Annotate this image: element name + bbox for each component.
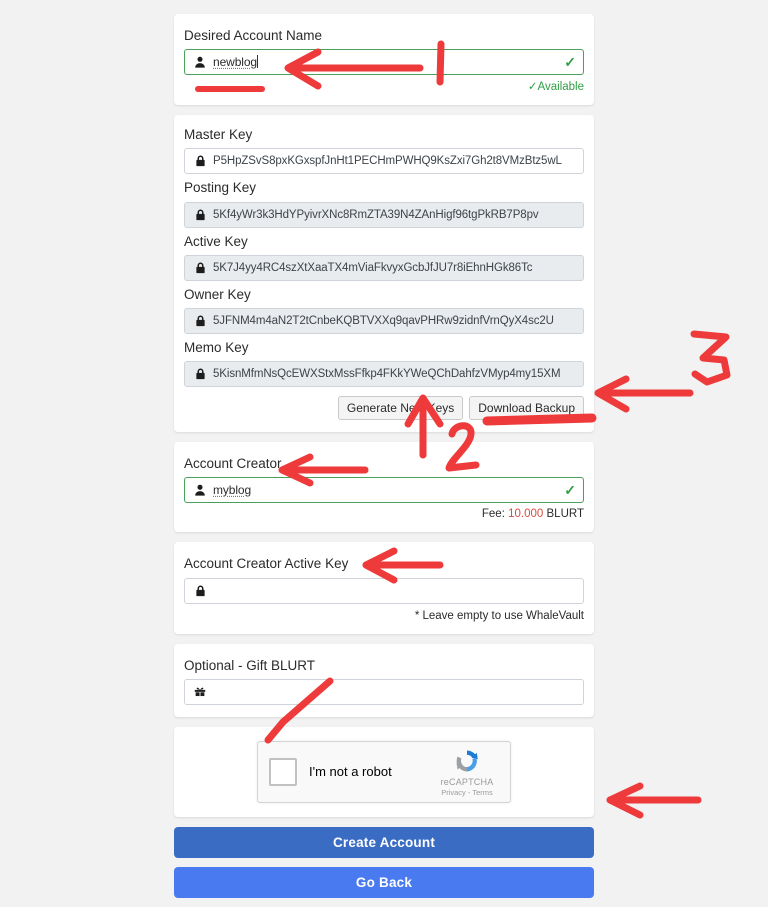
recaptcha-brand: reCAPTCHA Privacy - Terms <box>435 746 499 797</box>
lock-icon <box>192 155 208 167</box>
check-icon: ✓ <box>558 482 576 499</box>
recaptcha-label: I'm not a robot <box>309 764 435 779</box>
fee-amount: 10.000 <box>508 508 543 520</box>
account-creator-label: Account Creator <box>184 456 584 472</box>
active-key-input[interactable]: 5K7J4yy4RC4szXtXaaTX4mViaFkvyxGcbJfJU7r8… <box>184 255 584 281</box>
gift-card: Optional - Gift BLURT <box>174 644 594 717</box>
user-icon <box>192 56 208 68</box>
desired-account-input[interactable]: newblog ✓ <box>184 49 584 75</box>
creator-active-key-card: Account Creator Active Key * Leave empty… <box>174 542 594 633</box>
memo-key-label: Memo Key <box>184 340 584 356</box>
account-creator-card: Account Creator myblog ✓ Fee: 10.000 BLU… <box>174 442 594 532</box>
recaptcha-logo-icon <box>452 746 482 776</box>
desired-account-value: newblog <box>213 55 558 69</box>
active-key-value: 5K7J4yy4RC4szXtXaaTX4mViaFkvyxGcbJfJU7r8… <box>213 262 576 274</box>
owner-key-input[interactable]: 5JFNM4m4aN2T2tCnbeKQBTVXXq9qavPHRw9zidnf… <box>184 308 584 334</box>
recaptcha-checkbox[interactable] <box>269 758 297 786</box>
memo-key-value: 5KisnMfmNsQcEWXStxMssFfkp4FKkYWeQChDahfz… <box>213 368 576 380</box>
posting-key-input[interactable]: 5Kf4yWr3k3HdYPyivrXNc8RmZTA39N4ZAnHigf96… <box>184 202 584 228</box>
recaptcha-privacy-link[interactable]: Privacy <box>441 788 466 797</box>
lock-icon <box>192 585 208 597</box>
lock-icon <box>192 368 208 380</box>
active-key-label: Active Key <box>184 234 584 250</box>
posting-key-value: 5Kf4yWr3k3HdYPyivrXNc8RmZTA39N4ZAnHigf96… <box>213 209 576 221</box>
check-icon-small: ✓ <box>528 81 538 93</box>
memo-key-input[interactable]: 5KisnMfmNsQcEWXStxMssFfkp4FKkYWeQChDahfz… <box>184 361 584 387</box>
posting-key-label: Posting Key <box>184 180 584 196</box>
generate-new-keys-button[interactable]: Generate New Keys <box>338 396 463 420</box>
creator-active-key-label: Account Creator Active Key <box>184 556 584 572</box>
recaptcha-brand-name: reCAPTCHA <box>435 777 499 787</box>
gift-input[interactable] <box>184 679 584 705</box>
owner-key-value: 5JFNM4m4aN2T2tCnbeKQBTVXXq9qavPHRw9zidnf… <box>213 315 576 327</box>
recaptcha-link-separator: - <box>468 788 471 797</box>
annotation-arrow-download-backup <box>598 379 690 409</box>
check-icon: ✓ <box>558 54 576 71</box>
recaptcha-widget[interactable]: I'm not a robot reCAPTCHA Privacy - Term… <box>257 741 511 803</box>
fee-line: Fee: 10.000 BLURT <box>184 508 584 520</box>
master-key-label: Master Key <box>184 127 584 143</box>
whalevault-note: * Leave empty to use WhaleVault <box>184 610 584 622</box>
creator-active-key-input[interactable] <box>184 578 584 604</box>
account-creator-value: myblog <box>213 483 558 497</box>
download-backup-button[interactable]: Download Backup <box>469 396 584 420</box>
annotation-arrow-create-account <box>610 786 698 815</box>
captcha-card: I'm not a robot reCAPTCHA Privacy - Term… <box>174 727 594 817</box>
account-creator-input[interactable]: myblog ✓ <box>184 477 584 503</box>
master-key-value: P5HpZSvS8pxKGxspfJnHt1PECHmPWHQ9KsZxi7Gh… <box>213 155 576 167</box>
form-column: Desired Account Name newblog ✓ ✓Availabl… <box>174 0 594 907</box>
fee-prefix: Fee: <box>482 508 505 520</box>
availability-status: ✓Available <box>184 79 584 93</box>
lock-icon <box>192 315 208 327</box>
gift-label: Optional - Gift BLURT <box>184 658 584 674</box>
account-creation-page: Desired Account Name newblog ✓ ✓Availabl… <box>0 0 768 888</box>
user-icon <box>192 484 208 496</box>
lock-icon <box>192 209 208 221</box>
recaptcha-terms-link[interactable]: Terms <box>472 788 492 797</box>
create-account-button[interactable]: Create Account <box>174 827 594 858</box>
desired-account-label: Desired Account Name <box>184 28 584 44</box>
go-back-button[interactable]: Go Back <box>174 867 594 898</box>
keys-button-row: Generate New Keys Download Backup <box>184 396 584 420</box>
fee-currency: BLURT <box>547 508 585 520</box>
annotation-marker-3 <box>694 334 727 382</box>
desired-account-card: Desired Account Name newblog ✓ ✓Availabl… <box>174 14 594 105</box>
gift-icon <box>192 686 208 698</box>
recaptcha-links: Privacy - Terms <box>435 788 499 797</box>
master-key-input[interactable]: P5HpZSvS8pxKGxspfJnHt1PECHmPWHQ9KsZxi7Gh… <box>184 148 584 174</box>
owner-key-label: Owner Key <box>184 287 584 303</box>
lock-icon <box>192 262 208 274</box>
keys-card: Master Key P5HpZSvS8pxKGxspfJnHt1PECHmPW… <box>174 115 594 432</box>
